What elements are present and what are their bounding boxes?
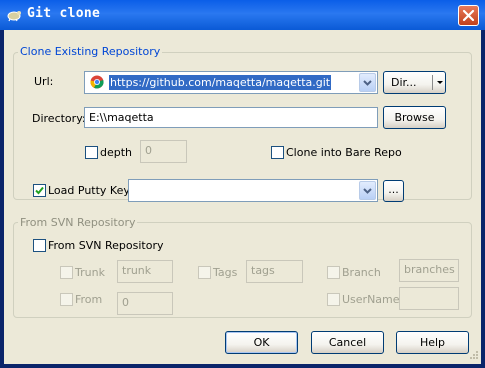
depth-checkbox[interactable] — [85, 146, 98, 159]
tags-input[interactable]: tags — [246, 260, 303, 283]
trunk-label: Trunk — [75, 266, 105, 279]
url-value: https://github.com/maqetta/maqetta.git — [109, 75, 332, 90]
branch-checkbox[interactable] — [327, 266, 340, 279]
branch-label: Branch — [342, 266, 381, 279]
username-checkbox[interactable] — [327, 293, 340, 306]
bare-repo-checkbox[interactable] — [271, 146, 284, 159]
browse-button-label: Browse — [394, 111, 435, 124]
cancel-button-label: Cancel — [328, 336, 367, 349]
browse-button[interactable]: Browse — [383, 106, 446, 129]
close-button[interactable] — [458, 5, 479, 26]
chevron-down-icon — [363, 188, 372, 194]
help-button[interactable]: Help — [396, 331, 469, 354]
from-revision-input[interactable]: 0 — [117, 292, 173, 315]
tags-label: Tags — [213, 266, 238, 279]
bare-repo-label: Clone into Bare Repo — [286, 146, 402, 159]
ok-button[interactable]: OK — [225, 331, 298, 354]
window-title: Git clone — [27, 6, 101, 21]
depth-label: depth — [100, 146, 133, 159]
dir-split-button[interactable]: Dir... — [383, 71, 446, 94]
tags-checkbox[interactable] — [198, 266, 211, 279]
dir-split-divider — [432, 75, 433, 90]
depth-input[interactable]: 0 — [140, 140, 187, 163]
dir-button-label: Dir... — [391, 76, 417, 89]
close-icon — [462, 9, 475, 22]
checkmark-icon — [35, 186, 44, 195]
tortoise-icon — [7, 11, 21, 22]
resize-grip-icon[interactable] — [467, 350, 479, 362]
dialog-client: Clone Existing Repository Url: https://g… — [4, 30, 481, 364]
from-revision-label: From — [75, 293, 103, 306]
load-putty-key-checkbox[interactable] — [33, 184, 46, 197]
load-putty-key-label: Load Putty Key — [48, 184, 130, 197]
putty-browse-button[interactable]: ... — [383, 180, 404, 202]
title-bar[interactable]: Git clone — [0, 0, 485, 30]
username-input[interactable] — [399, 287, 459, 310]
chevron-down-icon[interactable] — [434, 72, 446, 93]
putty-browse-label: ... — [388, 183, 399, 196]
directory-label: Directory: — [32, 112, 86, 125]
url-label: Url: — [34, 75, 54, 88]
trunk-input[interactable]: trunk — [117, 260, 173, 283]
directory-input[interactable]: E:\\maqetta — [84, 107, 378, 128]
putty-key-dropdown-arrow[interactable] — [359, 181, 376, 200]
clone-group-legend: Clone Existing Repository — [18, 45, 163, 58]
ok-button-label: OK — [253, 336, 270, 349]
trunk-checkbox[interactable] — [60, 266, 73, 279]
from-revision-checkbox[interactable] — [60, 293, 73, 306]
svn-group-legend: From SVN Repository — [18, 216, 138, 229]
putty-key-combobox[interactable] — [128, 179, 378, 202]
branch-input[interactable]: branches — [399, 259, 459, 282]
username-label: UserName — [342, 293, 400, 306]
from-svn-checkbox[interactable] — [33, 239, 46, 252]
cancel-button[interactable]: Cancel — [311, 331, 384, 354]
chrome-icon — [90, 75, 104, 89]
url-dropdown-arrow[interactable] — [359, 73, 376, 92]
from-svn-label: From SVN Repository — [48, 239, 164, 252]
git-clone-window: Git clone Clone Existing Repository Url:… — [0, 0, 485, 368]
url-combobox[interactable]: https://github.com/maqetta/maqetta.git — [84, 71, 378, 94]
chevron-down-icon — [363, 80, 372, 86]
help-button-label: Help — [419, 336, 446, 349]
